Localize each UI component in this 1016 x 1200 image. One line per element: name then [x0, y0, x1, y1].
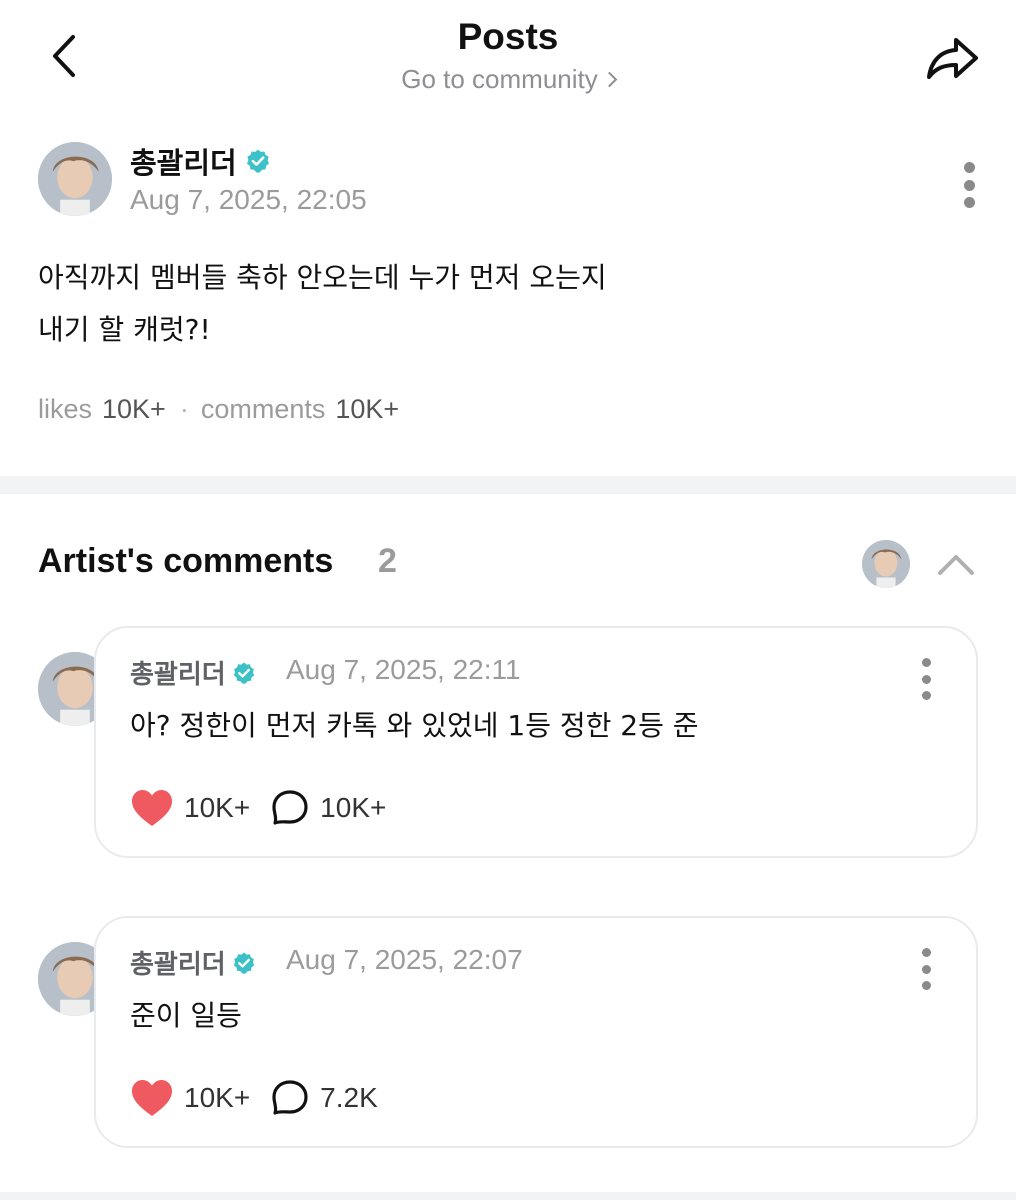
comment-actions: 10K+ 10K+	[130, 788, 386, 828]
share-button[interactable]	[920, 30, 984, 86]
verified-badge-icon	[246, 149, 269, 173]
comment-author-name: 총괄리더	[130, 950, 226, 980]
comment-more-button[interactable]	[916, 948, 936, 990]
share-arrow-icon	[927, 38, 978, 79]
chevron-right-icon	[601, 71, 618, 88]
more-dot	[921, 964, 931, 974]
section-divider	[0, 476, 1016, 494]
more-vertical-icon	[921, 948, 931, 957]
comment-author[interactable]: 총괄리더	[130, 654, 256, 691]
post-more-button[interactable]	[958, 162, 980, 208]
chevron-up-icon	[938, 555, 974, 575]
artist-comments-title: Artist's comments	[38, 542, 334, 580]
post-body-line: 내기 할 캐럿?!	[38, 313, 211, 346]
more-dot	[963, 197, 975, 208]
more-dot	[921, 981, 931, 990]
comment-author[interactable]: 총괄리더	[130, 944, 256, 981]
comment-reply-count: 10K+	[320, 792, 387, 823]
verified-badge-icon	[233, 952, 254, 974]
artist-comment-card: 총괄리더 Aug 7, 2025, 22:11 아? 정한이 먼저 카톡 와 있…	[94, 626, 978, 858]
more-vertical-icon	[921, 658, 931, 667]
comment-actions: 10K+ 7.2K	[130, 1078, 378, 1118]
likes-count: 10K+	[102, 394, 166, 424]
post-body-line: 아직까지 멤버들 축하 안오는데 누가 먼저 오는지	[38, 261, 607, 294]
avatar-image	[862, 540, 910, 588]
post-date: Aug 7, 2025, 22:05	[130, 184, 367, 215]
artist-comments-count: 2	[378, 542, 397, 580]
go-to-community-link[interactable]: Go to community	[0, 64, 1016, 95]
heart-icon[interactable]	[130, 1078, 174, 1118]
more-dot	[963, 179, 975, 191]
comments-count: 10K+	[335, 394, 400, 424]
comment-like-count: 10K+	[184, 792, 251, 823]
stats-separator: ·	[179, 394, 189, 424]
artist-avatar-small[interactable]	[862, 540, 910, 588]
comment-date: Aug 7, 2025, 22:11	[286, 654, 521, 685]
more-dot	[921, 674, 931, 684]
page-title: Posts	[457, 16, 559, 57]
post-author-avatar[interactable]	[38, 142, 112, 216]
verified-badge-icon	[233, 662, 254, 684]
comment-more-button[interactable]	[916, 658, 936, 700]
collapse-comments-button[interactable]	[932, 540, 980, 588]
artist-comment-card: 총괄리더 Aug 7, 2025, 22:07 준이 일등 10K+ 7.2K	[94, 916, 978, 1148]
post-body: 아직까지 멤버들 축하 안오는데 누가 먼저 오는지 내기 할 캐럿?!	[38, 252, 978, 356]
more-dot	[921, 691, 931, 700]
speech-bubble-icon[interactable]	[270, 788, 310, 828]
app-header: Posts Go to community	[0, 0, 1016, 110]
comment-reply-count: 7.2K	[320, 1082, 378, 1113]
more-vertical-icon	[963, 162, 975, 173]
community-link-label: Go to community	[401, 64, 598, 94]
post-author[interactable]: 총괄리더	[130, 140, 271, 182]
comments-label: comments	[200, 394, 326, 424]
avatar-image	[38, 142, 112, 216]
post-stats: likes 10K+ · comments 10K+	[38, 394, 399, 425]
comment-text: 준이 일등	[130, 999, 242, 1032]
comment-date: Aug 7, 2025, 22:07	[286, 944, 523, 975]
heart-icon[interactable]	[130, 788, 174, 828]
bottom-divider	[0, 1192, 1016, 1200]
speech-bubble-icon[interactable]	[270, 1078, 310, 1118]
post-author-name: 총괄리더	[130, 146, 237, 180]
comment-author-name: 총괄리더	[130, 660, 226, 690]
comment-like-count: 10K+	[184, 1082, 251, 1113]
comment-text: 아? 정한이 먼저 카톡 와 있었네 1등 정한 2등 준	[130, 709, 699, 742]
likes-label: likes	[38, 394, 93, 424]
